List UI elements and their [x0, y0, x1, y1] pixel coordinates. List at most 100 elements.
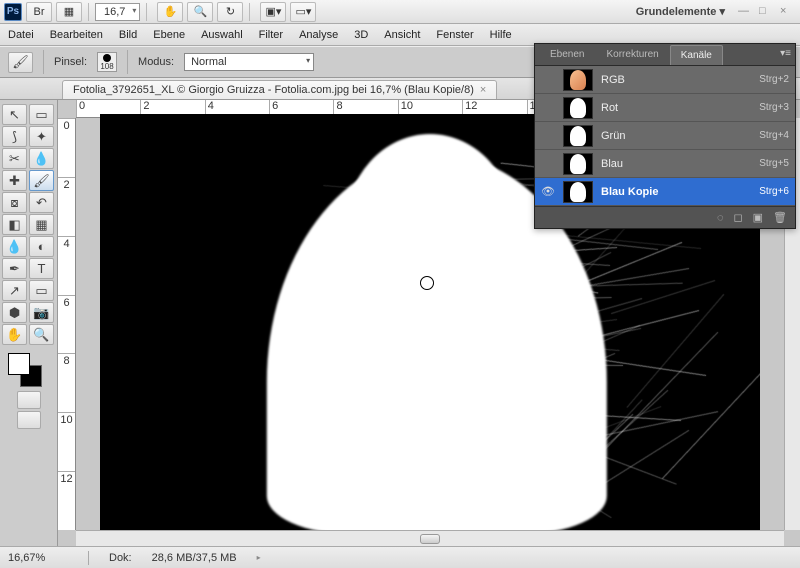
rotate-view-button[interactable]: ↻	[217, 2, 243, 22]
stamp-tool[interactable]: ⧇	[2, 192, 27, 213]
channel-name: Blau Kopie	[601, 186, 751, 198]
visibility-toggle[interactable]: 👁	[541, 185, 555, 199]
current-tool-icon[interactable]: 🖌	[8, 52, 33, 73]
toolbox: ↖ ▭ ⟆ ✦ ✂ 💧 ✚ 🖌 ⧇ ↶ ◧ ▦ 💧 ◐ ✒ T ↗ ▭ ⬢ 📷 …	[0, 100, 58, 546]
status-zoom[interactable]: 16,67%	[8, 552, 68, 564]
zoom-dropdown[interactable]: 16,7	[95, 3, 140, 21]
channel-thumb	[563, 125, 593, 147]
channel-shortcut: Strg+3	[759, 102, 789, 113]
history-button[interactable]: ▦	[56, 2, 82, 22]
menu-ebene[interactable]: Ebene	[153, 29, 185, 41]
ruler-vertical: 024681012	[58, 118, 76, 530]
save-selection-icon[interactable]: ◻	[733, 211, 742, 224]
channel-shortcut: Strg+4	[759, 130, 789, 141]
shape-tool[interactable]: ▭	[29, 280, 54, 301]
minimize-button[interactable]: —	[738, 5, 754, 19]
eraser-tool[interactable]: ◧	[2, 214, 27, 235]
arrange-button[interactable]: ▣▾	[260, 2, 286, 22]
hand-tool-button[interactable]: ✋	[157, 2, 183, 22]
channel-shortcut: Strg+6	[759, 186, 789, 197]
channel-shortcut: Strg+2	[759, 74, 789, 85]
zoom-tool-button[interactable]: 🔍	[187, 2, 213, 22]
visibility-toggle[interactable]	[541, 101, 555, 115]
channel-name: RGB	[601, 74, 751, 86]
channel-name: Rot	[601, 102, 751, 114]
channel-row-grün[interactable]: Grün Strg+4	[535, 122, 795, 150]
channel-name: Blau	[601, 158, 751, 170]
visibility-toggle[interactable]	[541, 129, 555, 143]
maximize-button[interactable]: □	[759, 5, 775, 19]
dodge-tool[interactable]: ◐	[29, 236, 54, 257]
menu-hilfe[interactable]: Hilfe	[490, 29, 512, 41]
screen-mode-button[interactable]: ▭▾	[290, 2, 316, 22]
channel-row-blau-kopie[interactable]: 👁 Blau Kopie Strg+6	[535, 178, 795, 206]
heal-tool[interactable]: ✚	[2, 170, 27, 191]
blur-tool[interactable]: 💧	[2, 236, 27, 257]
channel-row-rot[interactable]: Rot Strg+3	[535, 94, 795, 122]
delete-channel-icon[interactable]: 🗑	[773, 211, 787, 224]
menu-bild[interactable]: Bild	[119, 29, 137, 41]
menu-filter[interactable]: Filter	[259, 29, 283, 41]
workspace-dropdown[interactable]: Grundelemente	[628, 2, 733, 21]
photoshop-logo: Ps	[4, 3, 22, 21]
modus-label: Modus:	[138, 56, 174, 68]
brush-label: Pinsel:	[54, 56, 87, 68]
status-doc-value: 28,6 MB/37,5 MB	[152, 552, 237, 564]
brush-tool[interactable]: 🖌	[29, 170, 54, 191]
blend-mode-dropdown[interactable]: Normal	[184, 53, 314, 71]
channel-thumb	[563, 97, 593, 119]
color-swatches[interactable]	[2, 351, 55, 389]
document-tab[interactable]: Fotolia_3792651_XL © Giorgio Gruizza - F…	[62, 80, 497, 99]
channel-row-rgb[interactable]: RGB Strg+2	[535, 66, 795, 94]
bridge-button[interactable]: Br	[26, 2, 52, 22]
status-doc-label: Dok:	[109, 552, 132, 564]
lasso-tool[interactable]: ⟆	[2, 126, 27, 147]
menu-datei[interactable]: Datei	[8, 29, 34, 41]
menu-fenster[interactable]: Fenster	[436, 29, 473, 41]
status-bar: 16,67% Dok: 28,6 MB/37,5 MB ▸	[0, 546, 800, 568]
3d-tool[interactable]: ⬢	[2, 302, 27, 323]
3d-camera-tool[interactable]: 📷	[29, 302, 54, 323]
scrollbar-horizontal[interactable]	[76, 530, 784, 546]
eyedropper-tool[interactable]: 💧	[29, 148, 54, 169]
channel-name: Grün	[601, 130, 751, 142]
wand-tool[interactable]: ✦	[29, 126, 54, 147]
pen-tool[interactable]: ✒	[2, 258, 27, 279]
channel-thumb	[563, 153, 593, 175]
history-brush-tool[interactable]: ↶	[29, 192, 54, 213]
menu-analyse[interactable]: Analyse	[299, 29, 338, 41]
quickmask-toggle[interactable]	[17, 391, 41, 409]
type-tool[interactable]: T	[29, 258, 54, 279]
brush-preset-picker[interactable]: 108	[97, 52, 117, 72]
menu-ansicht[interactable]: Ansicht	[384, 29, 420, 41]
channel-row-blau[interactable]: Blau Strg+5	[535, 150, 795, 178]
tab-korrekturen[interactable]: Korrekturen	[595, 44, 669, 65]
document-title: Fotolia_3792651_XL © Giorgio Gruizza - F…	[73, 84, 474, 96]
load-selection-icon[interactable]: ◌	[717, 212, 724, 224]
close-window-button[interactable]: ×	[780, 5, 796, 19]
brush-cursor	[420, 276, 434, 290]
crop-tool[interactable]: ✂	[2, 148, 27, 169]
menu-bearbeiten[interactable]: Bearbeiten	[50, 29, 103, 41]
new-channel-icon[interactable]: ▣	[753, 211, 763, 224]
gradient-tool[interactable]: ▦	[29, 214, 54, 235]
tab-ebenen[interactable]: Ebenen	[539, 44, 595, 65]
channel-thumb	[563, 181, 593, 203]
channel-shortcut: Strg+5	[759, 158, 789, 169]
menu-3d[interactable]: 3D	[354, 29, 368, 41]
tab-kanaele[interactable]: Kanäle	[670, 45, 723, 65]
zoom-tool[interactable]: 🔍	[29, 324, 54, 345]
move-tool[interactable]: ↖	[2, 104, 27, 125]
channel-thumb	[563, 69, 593, 91]
panel-menu-icon[interactable]: ▾≡	[780, 48, 791, 59]
foreground-color[interactable]	[8, 353, 30, 375]
close-tab-icon[interactable]: ×	[480, 84, 486, 96]
visibility-toggle[interactable]	[541, 73, 555, 87]
visibility-toggle[interactable]	[541, 157, 555, 171]
hand-tool[interactable]: ✋	[2, 324, 27, 345]
menu-auswahl[interactable]: Auswahl	[201, 29, 243, 41]
screenmode-toggle[interactable]	[17, 411, 41, 429]
path-tool[interactable]: ↗	[2, 280, 27, 301]
marquee-tool[interactable]: ▭	[29, 104, 54, 125]
channels-panel: Ebenen Korrekturen Kanäle ▾≡ RGB Strg+2 Ro…	[534, 43, 796, 229]
